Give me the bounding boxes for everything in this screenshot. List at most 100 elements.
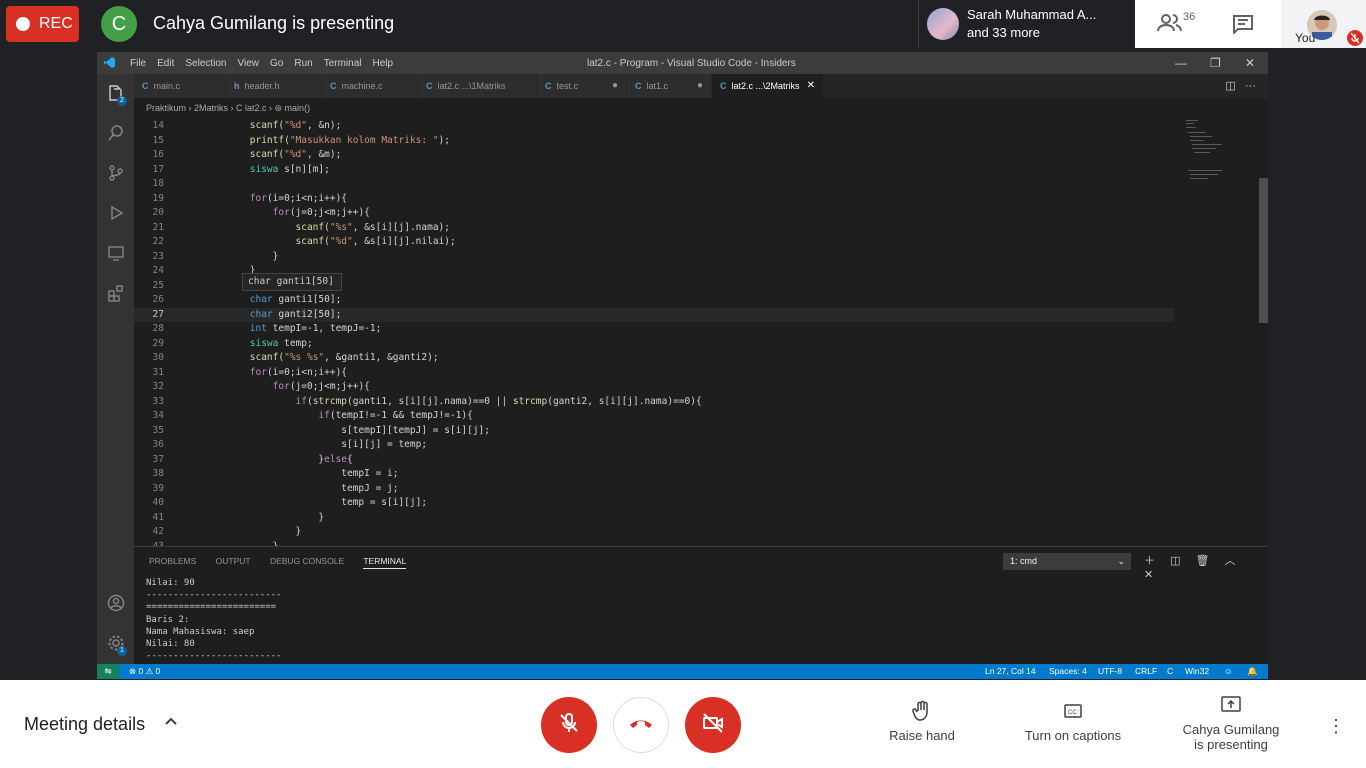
code-line[interactable]: 37 }else{ <box>134 453 1174 468</box>
terminal-select[interactable]: 1: cmd ⌄ <box>1003 553 1131 570</box>
mic-toggle-button[interactable] <box>541 697 597 753</box>
meeting-details-button[interactable]: Meeting details <box>24 714 145 735</box>
close-window-icon[interactable]: ✕ <box>1245 56 1255 70</box>
tab-lat2-1matriks[interactable]: Clat2.c ...\1Matriks <box>418 74 537 98</box>
menu-help[interactable]: Help <box>373 58 394 69</box>
code-line[interactable]: 17 siswa s[n][m]; <box>134 163 1174 178</box>
terminal-output[interactable]: Nilai: 90 ------------------------- ======… <box>146 577 281 662</box>
code-text: if(strcmp(ganti1, s[i][j].nama)==0 || st… <box>295 395 702 407</box>
menu-run[interactable]: Run <box>294 58 312 69</box>
menu-selection[interactable]: Selection <box>185 58 226 69</box>
code-line[interactable]: 26 char ganti1[50]; <box>134 293 1174 308</box>
menu-file[interactable]: File <box>130 58 146 69</box>
code-line[interactable]: 29 siswa temp; <box>134 337 1174 352</box>
search-icon[interactable] <box>107 124 125 142</box>
c-file-icon: C <box>720 81 727 91</box>
leave-call-button[interactable] <box>613 697 669 753</box>
code-line[interactable]: 18 <box>134 177 1174 192</box>
feedback-icon[interactable]: ☺ <box>1224 664 1233 679</box>
more-options-icon[interactable]: ⋮ <box>1327 716 1345 737</box>
code-line[interactable]: 39 tempJ = j; <box>134 482 1174 497</box>
chat-icon[interactable] <box>1232 14 1254 39</box>
close-tab-icon[interactable]: ✕ <box>807 74 815 98</box>
code-line[interactable]: 32 for(j=0;j<m;j++){ <box>134 380 1174 395</box>
code-line[interactable]: 27 char ganti2[50]; <box>134 307 1174 322</box>
tab-debug-console[interactable]: DEBUG CONSOLE <box>270 556 344 566</box>
raise-hand-button[interactable]: Raise hand <box>884 700 960 743</box>
code-line[interactable]: 16 scanf("%d", &m); <box>134 148 1174 163</box>
source-control-icon[interactable] <box>107 164 125 182</box>
code-text: scanf("%s", &s[i][j].nama); <box>295 221 450 233</box>
new-terminal-icon[interactable]: ＋ <box>1144 555 1155 567</box>
line-ending[interactable]: CRLF <box>1135 664 1157 679</box>
participant-name: Sarah Muhammad A... <box>967 7 1097 22</box>
people-icon[interactable] <box>1157 12 1183 39</box>
menu-view[interactable]: View <box>238 58 260 69</box>
cursor-position[interactable]: Ln 27, Col 14 <box>985 664 1036 679</box>
encoding[interactable]: UTF-8 <box>1098 664 1122 679</box>
menu-go[interactable]: Go <box>270 58 283 69</box>
camera-toggle-button[interactable] <box>685 697 741 753</box>
code-editor[interactable]: 14 scanf("%d", &n); 15 printf("Masukkan k… <box>134 118 1268 546</box>
unsaved-dot-icon[interactable]: ● <box>612 74 618 98</box>
code-line[interactable]: 35 s[tempI][tempJ] = s[i][j]; <box>134 424 1174 439</box>
code-line[interactable]: 31 for(i=0;i<n;i++){ <box>134 366 1174 381</box>
indentation[interactable]: Spaces: 4 <box>1049 664 1087 679</box>
remote-icon[interactable]: ⇋ <box>97 664 119 679</box>
code-line[interactable]: 22 scanf("%d", &s[i][j].nilai); <box>134 235 1174 250</box>
code-line[interactable]: 40 temp = s[i][j]; <box>134 496 1174 511</box>
captions-button[interactable]: CC Turn on captions <box>1016 700 1130 743</box>
language-mode[interactable]: C <box>1167 664 1173 679</box>
code-line[interactable]: 19 for(i=0;i<n;i++){ <box>134 192 1174 207</box>
code-line[interactable]: 41 } <box>134 511 1174 526</box>
tab-header-h[interactable]: h header.h <box>226 74 322 98</box>
vscode-logo-icon <box>103 56 117 70</box>
code-line[interactable]: 20 for(j=0;j<m;j++){ <box>134 206 1174 221</box>
account-icon[interactable] <box>107 594 125 612</box>
tab-lat1-c[interactable]: Clat1.c ● <box>627 74 712 98</box>
more-actions-icon[interactable]: ··· <box>1245 80 1256 92</box>
participant-tile[interactable]: Sarah Muhammad A... and 33 more <box>918 0 1134 48</box>
unsaved-dot-icon[interactable]: ● <box>697 74 703 98</box>
kill-terminal-icon[interactable]: 🗑 <box>1196 555 1210 567</box>
problems-status[interactable]: ⊗ 0 ⚠ 0 <box>129 664 160 679</box>
maximize-icon[interactable]: ❐ <box>1210 56 1221 70</box>
tab-problems[interactable]: PROBLEMS <box>149 556 196 566</box>
code-line[interactable]: 33 if(strcmp(ganti1, s[i][j].nama)==0 ||… <box>134 395 1174 410</box>
maximize-panel-icon[interactable]: ︿ <box>1225 555 1236 567</box>
code-line[interactable]: 42 } <box>134 525 1174 540</box>
tab-machine-c[interactable]: Cmachine.c <box>322 74 418 98</box>
code-line[interactable]: 34 if(tempI!=-1 && tempJ!=-1){ <box>134 409 1174 424</box>
tab-lat2-2matriks[interactable]: Clat2.c ...\2Matriks ✕ <box>712 74 824 98</box>
menu-terminal[interactable]: Terminal <box>324 58 362 69</box>
extensions-icon[interactable] <box>107 284 125 302</box>
platform[interactable]: Win32 <box>1185 664 1209 679</box>
notifications-bell-icon[interactable]: 🔔 <box>1247 664 1258 679</box>
run-debug-icon[interactable] <box>107 204 125 222</box>
remote-explorer-icon[interactable] <box>107 244 125 262</box>
line-number: 40 <box>152 497 164 508</box>
minimize-icon[interactable]: — <box>1175 56 1187 70</box>
close-panel-icon[interactable]: ✕ <box>1144 569 1153 581</box>
code-line[interactable]: 15 printf("Masukkan kolom Matriks: "); <box>134 134 1174 149</box>
code-line[interactable]: 21 scanf("%s", &s[i][j].nama); <box>134 221 1174 236</box>
split-terminal-icon[interactable]: ◫ <box>1170 555 1180 567</box>
code-line[interactable]: 28 int tempI=-1, tempJ=-1; <box>134 322 1174 337</box>
breadcrumb[interactable]: Praktikum › 2Matriks › C lat2.c › ⊛ main… <box>134 98 1268 118</box>
chevron-up-icon[interactable] <box>164 714 178 731</box>
tab-output[interactable]: OUTPUT <box>216 556 251 566</box>
tab-main-c[interactable]: Cmain.c <box>134 74 226 98</box>
code-line[interactable]: 23 } <box>134 250 1174 265</box>
presenting-button[interactable]: Cahya Gumilang is presenting <box>1172 694 1290 752</box>
code-line[interactable]: 36 s[i][j] = temp; <box>134 438 1174 453</box>
code-line[interactable]: 38 tempI = i; <box>134 467 1174 482</box>
split-editor-icon[interactable]: ◫ <box>1225 80 1235 92</box>
tab-test-c[interactable]: Ctest.c ● <box>537 74 627 98</box>
self-view-tile[interactable]: You <box>1281 0 1366 48</box>
editor-scrollbar[interactable] <box>1259 178 1268 323</box>
minimap[interactable] <box>1184 118 1254 546</box>
tab-terminal[interactable]: TERMINAL <box>363 556 407 569</box>
menu-edit[interactable]: Edit <box>157 58 174 69</box>
code-line[interactable]: 14 scanf("%d", &n); <box>134 119 1174 134</box>
code-line[interactable]: 30 scanf("%s %s", &ganti1, &ganti2); <box>134 351 1174 366</box>
